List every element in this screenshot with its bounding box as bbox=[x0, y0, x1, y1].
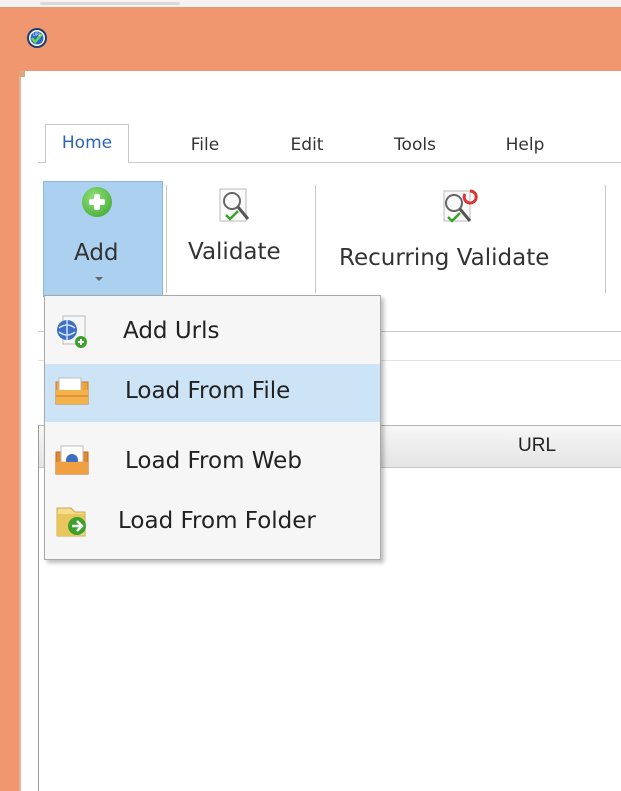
add-button[interactable]: Add bbox=[43, 181, 163, 297]
menu-item-load-from-folder[interactable]: Load From Folder bbox=[45, 494, 380, 552]
ribbon-separator bbox=[315, 185, 316, 293]
recurring-validate-button[interactable]: Recurring Validate bbox=[322, 181, 600, 297]
svg-text:URL: URL bbox=[33, 32, 42, 37]
validate-button-label: Validate bbox=[188, 239, 281, 265]
folder-web-icon bbox=[55, 445, 89, 475]
column-header-url[interactable]: URL bbox=[518, 435, 556, 457]
top-strip bbox=[0, 0, 621, 7]
recurring-validate-button-label: Recurring Validate bbox=[339, 245, 550, 271]
plus-circle-icon bbox=[82, 187, 112, 217]
url-grid-left-border bbox=[38, 425, 39, 791]
ribbon-separator bbox=[166, 185, 167, 293]
title-bar[interactable]: URL bbox=[0, 7, 621, 71]
tab-file[interactable]: File bbox=[180, 127, 230, 163]
add-button-label: Add bbox=[74, 240, 119, 266]
ribbon-separator bbox=[605, 185, 606, 293]
globe-add-icon bbox=[57, 315, 87, 348]
tab-help[interactable]: Help bbox=[495, 127, 555, 163]
window-frame-corner bbox=[19, 71, 25, 77]
menu-item-load-from-web[interactable]: Load From Web bbox=[45, 434, 380, 492]
window-frame-left bbox=[0, 71, 19, 791]
validate-button[interactable]: Validate bbox=[172, 181, 312, 297]
menu-item-add-urls[interactable]: Add Urls bbox=[45, 304, 380, 362]
magnifier-check-icon bbox=[219, 188, 250, 222]
menu-item-load-from-file[interactable]: Load From File bbox=[45, 364, 380, 422]
folder-arrow-icon bbox=[56, 507, 86, 537]
add-dropdown-menu: Add Urls Load From File Load From Web Lo… bbox=[44, 295, 381, 560]
menu-item-label: Add Urls bbox=[123, 318, 220, 344]
menu-item-label: Load From Web bbox=[125, 448, 302, 474]
magnifier-refresh-icon bbox=[443, 189, 478, 223]
dropdown-caret-icon bbox=[95, 277, 103, 281]
tab-home[interactable]: Home bbox=[45, 124, 129, 163]
app-logo-icon[interactable]: URL bbox=[26, 27, 48, 49]
tab-tools[interactable]: Tools bbox=[385, 127, 445, 163]
menu-item-label: Load From Folder bbox=[118, 508, 316, 534]
tab-edit[interactable]: Edit bbox=[282, 127, 332, 163]
folder-file-icon bbox=[55, 377, 89, 405]
menu-item-label: Load From File bbox=[125, 378, 291, 404]
top-strip-smudge bbox=[40, 2, 180, 5]
